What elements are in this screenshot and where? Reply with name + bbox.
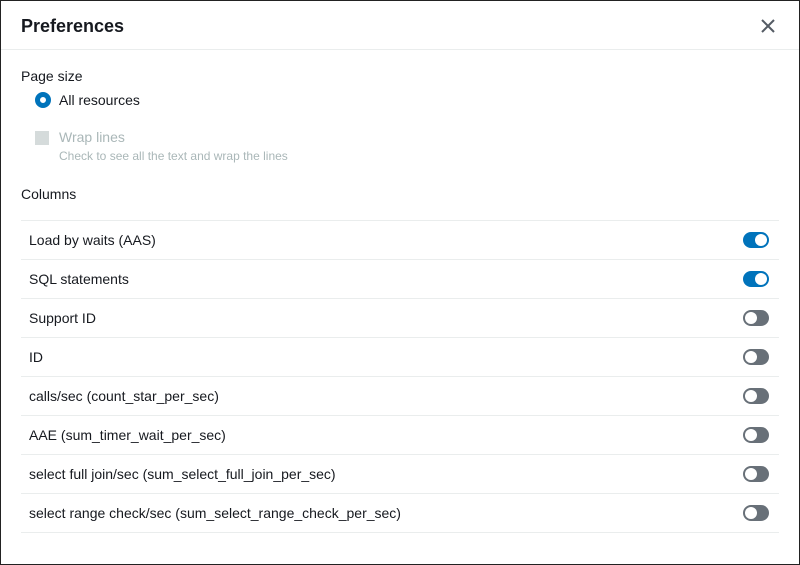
column-toggle[interactable] — [743, 466, 769, 482]
column-label: Load by waits (AAS) — [29, 232, 156, 248]
wrap-lines-option: Wrap lines Check to see all the text and… — [35, 128, 779, 164]
column-label: AAE (sum_timer_wait_per_sec) — [29, 427, 226, 443]
column-row: ID — [21, 337, 779, 376]
columns-section-label: Columns — [21, 186, 779, 202]
column-row: SQL statements — [21, 259, 779, 298]
column-label: ID — [29, 349, 43, 365]
toggle-knob-icon — [745, 312, 757, 324]
column-label: select range check/sec (sum_select_range… — [29, 505, 401, 521]
column-row: select full join/sec (sum_select_full_jo… — [21, 454, 779, 493]
column-label: Support ID — [29, 310, 96, 326]
wrap-lines-description: Check to see all the text and wrap the l… — [59, 148, 288, 165]
toggle-knob-icon — [745, 351, 757, 363]
column-toggle[interactable] — [743, 388, 769, 404]
column-label: calls/sec (count_star_per_sec) — [29, 388, 219, 404]
columns-list: Load by waits (AAS) SQL statements Suppo… — [21, 220, 779, 533]
close-button[interactable] — [757, 15, 779, 37]
page-size-option-all[interactable]: All resources — [35, 92, 779, 108]
toggle-knob-icon — [745, 468, 757, 480]
toggle-knob-icon — [745, 390, 757, 402]
column-row: calls/sec (count_star_per_sec) — [21, 376, 779, 415]
column-row: Load by waits (AAS) — [21, 220, 779, 259]
toggle-knob-icon — [745, 429, 757, 441]
radio-selected-icon — [35, 92, 51, 108]
column-toggle[interactable] — [743, 232, 769, 248]
toggle-knob-icon — [745, 507, 757, 519]
column-toggle[interactable] — [743, 349, 769, 365]
column-toggle[interactable] — [743, 427, 769, 443]
checkbox-disabled-icon — [35, 131, 49, 145]
dialog-header: Preferences — [1, 1, 799, 50]
column-label: select full join/sec (sum_select_full_jo… — [29, 466, 336, 482]
page-size-option-label: All resources — [59, 92, 140, 108]
column-toggle[interactable] — [743, 271, 769, 287]
column-label: SQL statements — [29, 271, 129, 287]
toggle-knob-icon — [755, 234, 767, 246]
wrap-lines-label: Wrap lines — [59, 128, 288, 148]
dialog-title: Preferences — [21, 16, 124, 37]
wrap-lines-texts: Wrap lines Check to see all the text and… — [59, 128, 288, 164]
column-toggle[interactable] — [743, 310, 769, 326]
column-toggle[interactable] — [743, 505, 769, 521]
close-icon — [761, 19, 775, 33]
dialog-body: Page size All resources Wrap lines Check… — [1, 50, 799, 533]
column-row: AAE (sum_timer_wait_per_sec) — [21, 415, 779, 454]
page-size-label: Page size — [21, 68, 779, 84]
column-row: select range check/sec (sum_select_range… — [21, 493, 779, 533]
column-row: Support ID — [21, 298, 779, 337]
toggle-knob-icon — [755, 273, 767, 285]
